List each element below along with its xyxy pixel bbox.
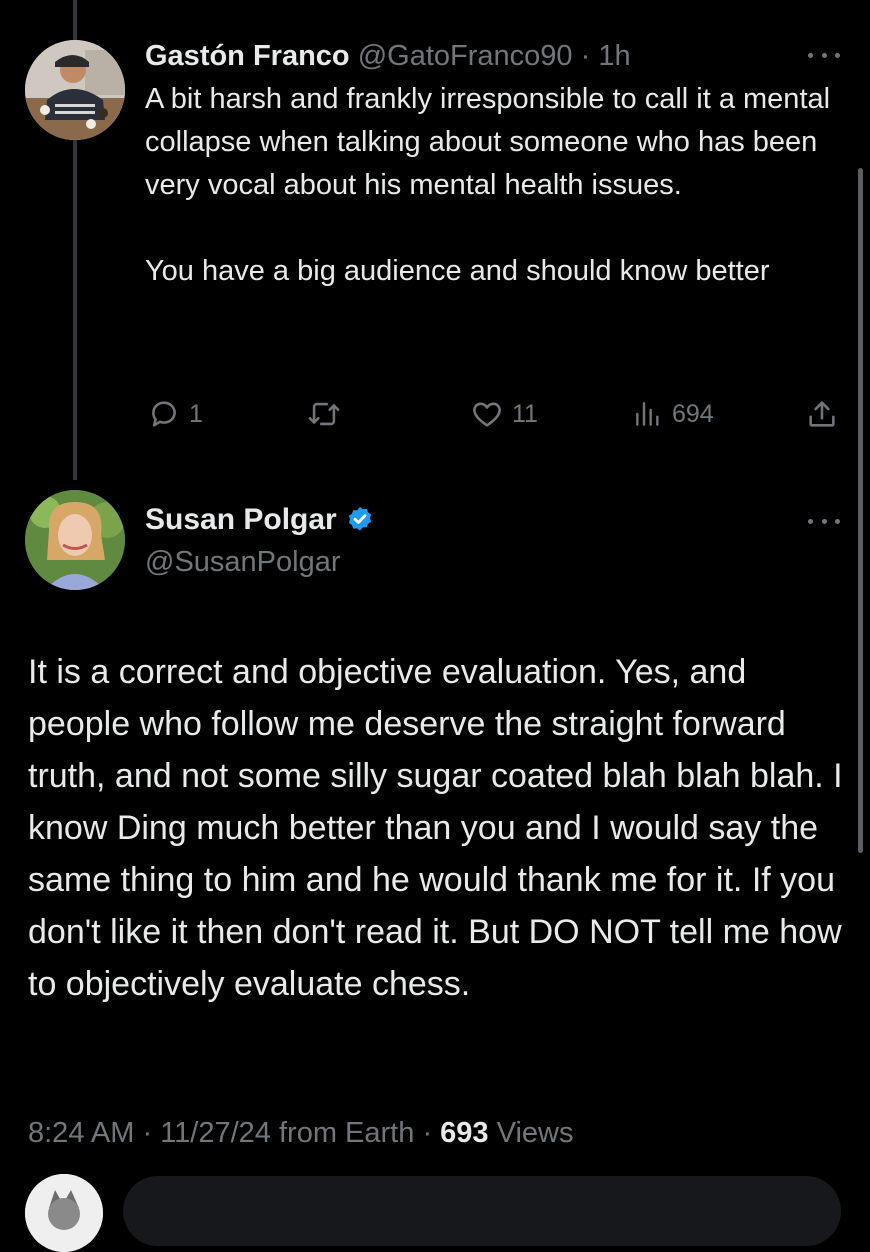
tweet-date[interactable]: 11/27/24	[160, 1117, 271, 1149]
like-count: 11	[512, 399, 538, 428]
author-name[interactable]: Gastón Franco	[145, 40, 350, 72]
tweet-paragraph: You have a big audience and should know …	[145, 255, 770, 287]
main-tweet-text: It is a correct and objective evaluation…	[28, 646, 843, 1010]
reply-count: 1	[189, 399, 203, 428]
thread-line	[73, 138, 77, 480]
like-button[interactable]: 11	[470, 392, 538, 436]
retweet-button[interactable]	[305, 392, 343, 436]
views-count: 694	[672, 399, 714, 428]
avatar[interactable]	[25, 40, 125, 140]
main-tweet-author: Susan Polgar @SusanPolgar	[145, 500, 375, 582]
separator: ·	[422, 1117, 433, 1149]
bar-chart-icon	[636, 402, 659, 426]
reply-input[interactable]	[123, 1176, 841, 1246]
retweet-icon	[308, 402, 340, 426]
views-button[interactable]: 694	[632, 392, 714, 436]
comment-bubble-icon	[152, 401, 176, 427]
avatar[interactable]	[25, 1174, 103, 1252]
tweet-time[interactable]: 8:24 AM	[28, 1117, 134, 1149]
avatar[interactable]	[25, 490, 125, 590]
tweet-paragraph: It is a correct and objective evaluation…	[28, 653, 843, 1003]
tweet-metadata: 8:24 AM · 11/27/24 from Earth · 693 View…	[28, 1113, 573, 1153]
reply-composer	[0, 1168, 870, 1252]
heart-icon	[473, 402, 501, 427]
more-dots-icon[interactable]	[808, 516, 840, 526]
tweet-source: from Earth	[279, 1117, 415, 1149]
author-handle[interactable]: @GatoFranco90	[358, 40, 573, 72]
separator: ·	[580, 40, 591, 72]
views-count: 693	[440, 1117, 489, 1149]
share-button[interactable]	[805, 392, 839, 436]
verified-badge-icon	[348, 506, 371, 531]
tweet-paragraph: A bit harsh and frankly irresponsible to…	[145, 83, 831, 201]
views-label: Views	[496, 1117, 574, 1149]
tweet-actions: 1 11 694	[145, 392, 845, 436]
author-handle[interactable]: @SusanPolgar	[145, 542, 375, 582]
thread-line-top	[73, 0, 77, 40]
share-icon	[809, 401, 835, 427]
reply-tweet-header: Gastón Franco @GatoFranco90 · 1h	[145, 36, 631, 76]
reply-button[interactable]: 1	[147, 392, 203, 436]
tweet-time[interactable]: 1h	[598, 40, 630, 72]
separator: ·	[142, 1117, 153, 1149]
author-name[interactable]: Susan Polgar	[145, 500, 337, 540]
more-dots-icon[interactable]	[808, 50, 840, 60]
scrollbar[interactable]	[858, 168, 863, 853]
reply-tweet-text: A bit harsh and frankly irresponsible to…	[145, 78, 835, 293]
